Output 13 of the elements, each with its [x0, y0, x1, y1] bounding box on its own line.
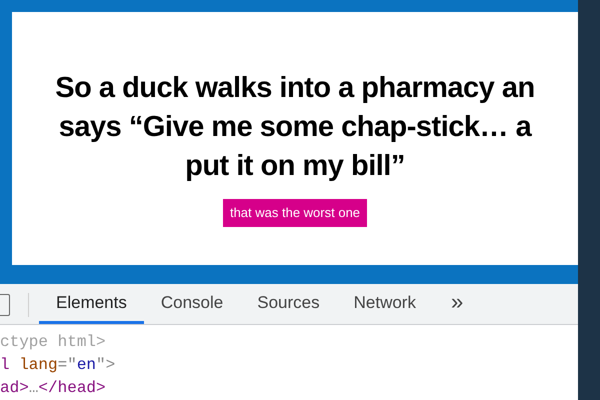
inspect-icon[interactable] — [0, 294, 10, 316]
dismiss-button[interactable]: that was the worst one — [222, 199, 368, 227]
devtools-tab[interactable]: Network — [336, 284, 433, 324]
code-line: ad>…</head> — [0, 378, 107, 399]
code-line: l lang="en"> — [0, 355, 116, 376]
devtools-tab[interactable]: Sources — [240, 284, 337, 324]
joke-line: So a duck walks into a pharmacy an — [55, 71, 535, 106]
code-line: ctype html> — [0, 332, 107, 353]
devtools-tab[interactable]: Console — [144, 284, 240, 324]
devtools-tab[interactable]: Elements — [39, 284, 144, 324]
more-tabs-button[interactable]: » — [450, 285, 464, 318]
joke-line: put it on my bill” — [185, 149, 405, 184]
joke-line: says “Give me some chap-stick… a — [58, 110, 532, 145]
